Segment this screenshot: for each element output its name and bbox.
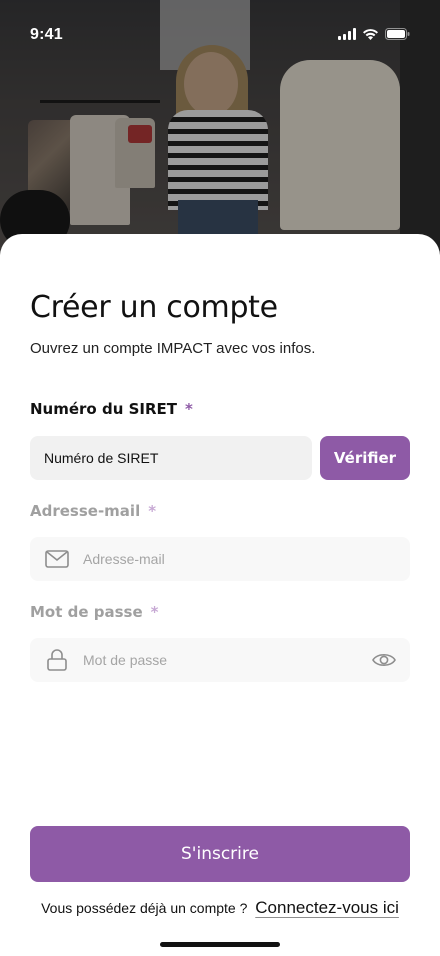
signal-icon (338, 28, 356, 40)
siret-label-text: Numéro du SIRET (30, 400, 178, 418)
email-placeholder: Adresse-mail (83, 551, 165, 567)
eye-icon[interactable] (372, 648, 396, 675)
login-link[interactable]: Connectez-vous ici (255, 898, 399, 917)
password-placeholder: Mot de passe (83, 652, 168, 668)
wifi-icon (363, 29, 378, 40)
page-title: Créer un compte (30, 290, 278, 325)
password-label: Mot de passe * (30, 603, 159, 621)
password-field[interactable]: Mot de passe (30, 638, 410, 682)
siret-label: Numéro du SIRET * (30, 400, 193, 418)
required-marker: * (148, 502, 157, 520)
password-label-text: Mot de passe (30, 603, 143, 621)
required-marker: * (185, 400, 193, 418)
login-prompt-text: Vous possédez déjà un compte ? (41, 900, 248, 916)
battery-icon (385, 28, 410, 40)
siret-input[interactable]: Numéro de SIRET (30, 436, 312, 480)
status-icons (338, 28, 410, 40)
email-field[interactable]: Adresse-mail (30, 537, 410, 581)
lock-icon (44, 647, 70, 673)
siret-input-value: Numéro de SIRET (44, 450, 159, 466)
home-indicator[interactable] (160, 942, 280, 947)
page-subtitle: Ouvrez un compte IMPACT avec vos infos. (30, 340, 316, 357)
status-bar: 9:41 (0, 0, 440, 70)
verify-button[interactable]: Vérifier (320, 436, 410, 480)
mail-icon (44, 546, 70, 572)
email-label: Adresse-mail * (30, 502, 156, 520)
email-label-text: Adresse-mail (30, 502, 141, 520)
signup-sheet: Créer un compte Ouvrez un compte IMPACT … (0, 234, 440, 956)
status-time: 9:41 (30, 26, 63, 43)
required-marker: * (150, 603, 159, 621)
signup-button[interactable]: S'inscrire (30, 826, 410, 882)
login-prompt: Vous possédez déjà un compte ? Connectez… (0, 898, 440, 918)
